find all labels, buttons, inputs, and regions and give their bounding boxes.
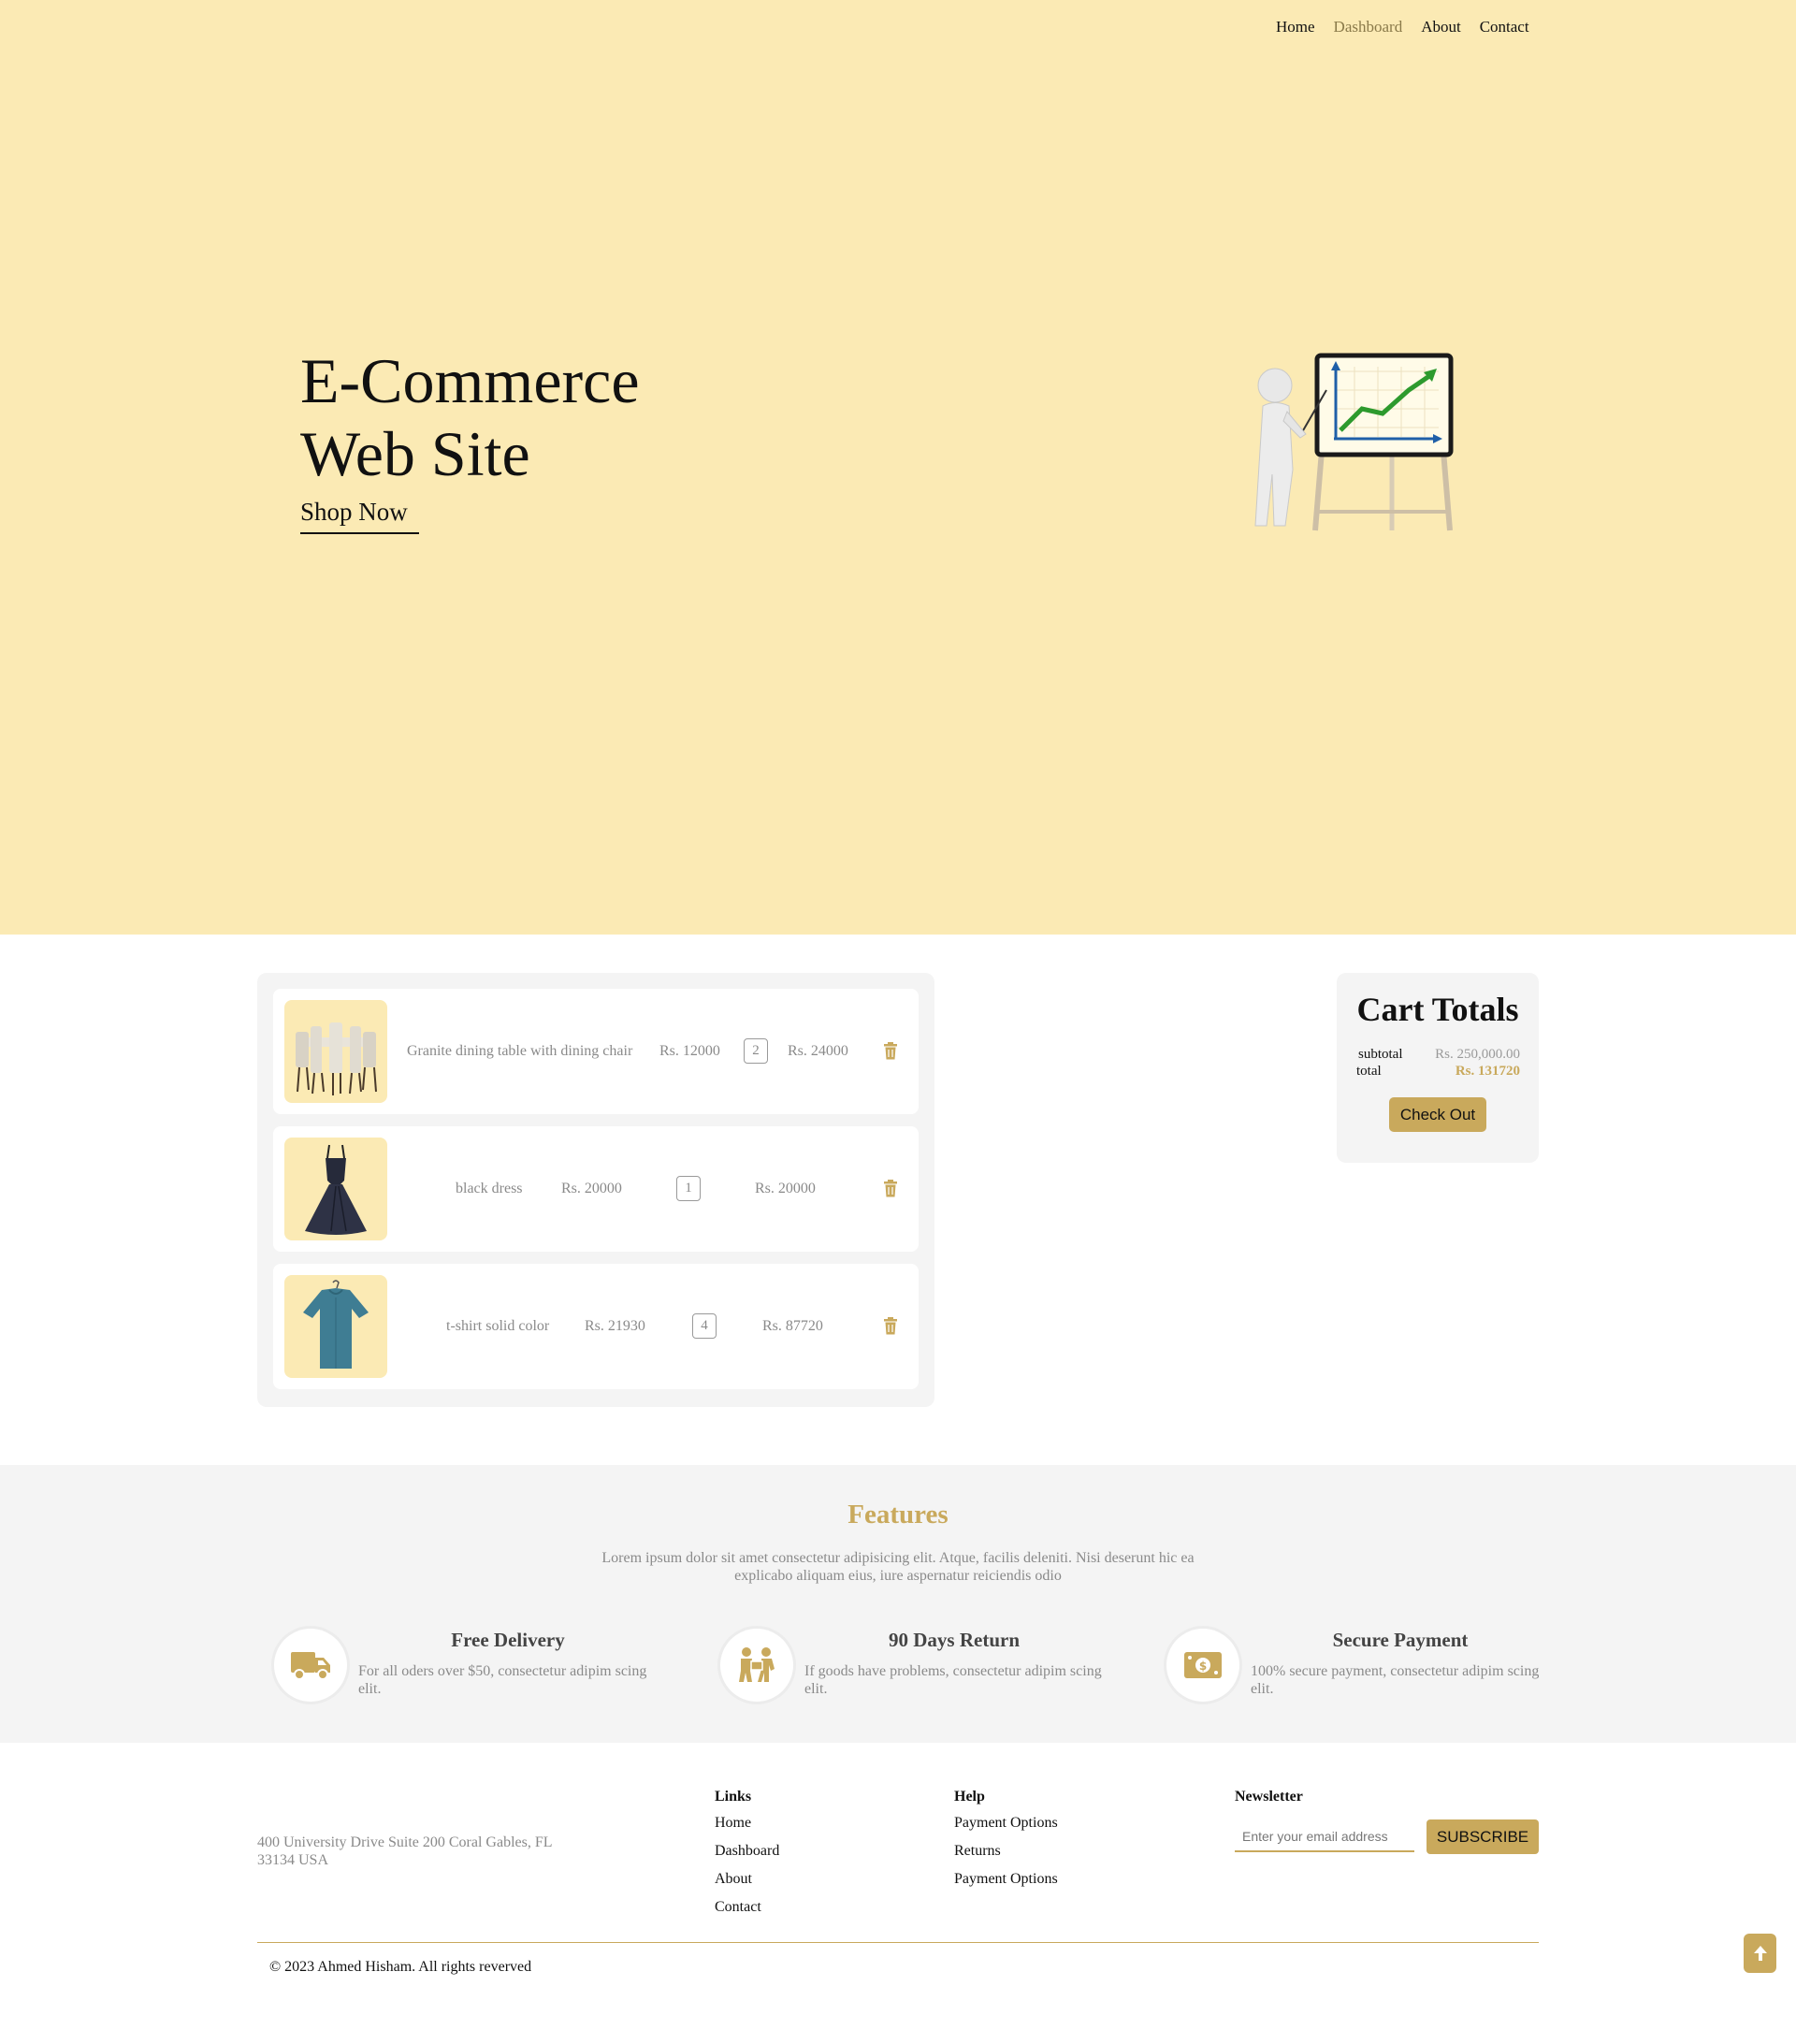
footer-help-title: Help bbox=[954, 1789, 985, 1805]
footer-links-title: Links bbox=[715, 1789, 752, 1805]
cart-item-subtotal: Rs. 87720 bbox=[762, 1318, 823, 1334]
footer-link-about[interactable]: About bbox=[715, 1871, 779, 1888]
scroll-to-top-button[interactable] bbox=[1744, 1934, 1776, 1973]
footer-divider bbox=[257, 1942, 1539, 1943]
total-value: Rs. 131720 bbox=[1455, 1064, 1520, 1079]
feature-title: Free Delivery bbox=[451, 1629, 565, 1651]
footer-link-home[interactable]: Home bbox=[715, 1815, 779, 1832]
cart-row: black dress Rs. 20000 1 Rs. 20000 bbox=[273, 1126, 919, 1252]
presenter-chart-illustration bbox=[1254, 353, 1454, 531]
subtotal-value: Rs. 250,000.00 bbox=[1435, 1047, 1520, 1062]
dining-table-image bbox=[284, 1000, 387, 1103]
arrow-up-icon bbox=[1753, 1946, 1767, 1961]
hero-title: E-Commerce Web Site bbox=[300, 344, 640, 490]
tshirt-image bbox=[284, 1275, 387, 1378]
feature-free-delivery: Free Delivery For all oders over $50, co… bbox=[274, 1629, 667, 1713]
feature-text: If goods have problems, consectetur adip… bbox=[804, 1663, 1102, 1697]
money-bill-icon: $ bbox=[1166, 1629, 1239, 1702]
footer-link-dashboard[interactable]: Dashboard bbox=[715, 1843, 779, 1860]
cart-item-name: t-shirt solid color bbox=[446, 1318, 550, 1334]
feature-text: For all oders over $50, consectetur adip… bbox=[358, 1663, 647, 1697]
nav-about[interactable]: About bbox=[1421, 18, 1461, 36]
nav-home[interactable]: Home bbox=[1276, 18, 1315, 36]
footer-links-column: Links Home Dashboard About Contact bbox=[715, 1789, 779, 1927]
footer-link-payment-options[interactable]: Payment Options bbox=[954, 1815, 1058, 1832]
hero-title-line2: Web Site bbox=[300, 418, 530, 489]
quantity-input[interactable]: 2 bbox=[744, 1038, 768, 1064]
cart-totals-panel: Cart Totals subtotal Rs. 250,000.00 tota… bbox=[1337, 973, 1539, 1163]
feature-secure-payment: $ Secure Payment 100% secure payment, co… bbox=[1166, 1629, 1559, 1713]
cart-item-name: Granite dining table with dining chair bbox=[407, 1043, 633, 1059]
features-section: Features Lorem ipsum dolor sit amet cons… bbox=[0, 1465, 1796, 1743]
cart-row: t-shirt solid color Rs. 21930 4 Rs. 8772… bbox=[273, 1264, 919, 1389]
features-title: Features bbox=[847, 1500, 949, 1529]
cart-items-panel: Granite dining table with dining chair R… bbox=[257, 973, 934, 1407]
cart-item-subtotal: Rs. 20000 bbox=[755, 1181, 816, 1196]
hero-title-line1: E-Commerce bbox=[300, 345, 640, 416]
hero-section: Home Dashboard About Contact E-Commerce … bbox=[0, 0, 1796, 935]
features-intro: Lorem ipsum dolor sit amet consectetur a… bbox=[601, 1550, 1195, 1584]
footer-link-returns[interactable]: Returns bbox=[954, 1843, 1058, 1860]
cart-item-price: Rs. 12000 bbox=[659, 1043, 720, 1059]
svg-text:$: $ bbox=[1199, 1660, 1207, 1673]
quantity-input[interactable]: 4 bbox=[692, 1313, 717, 1339]
feature-90-days-return: 90 Days Return If goods have problems, c… bbox=[720, 1629, 1113, 1713]
cart-item-name: black dress bbox=[456, 1181, 523, 1196]
footer-link-contact[interactable]: Contact bbox=[715, 1899, 779, 1916]
trash-icon[interactable] bbox=[883, 1042, 898, 1060]
footer-newsletter-column: Newsletter bbox=[1235, 1789, 1303, 1815]
cart-item-price: Rs. 20000 bbox=[561, 1181, 622, 1196]
nav-dashboard[interactable]: Dashboard bbox=[1334, 18, 1403, 36]
truck-icon bbox=[274, 1629, 347, 1702]
trash-icon[interactable] bbox=[883, 1317, 898, 1335]
trash-icon[interactable] bbox=[883, 1180, 898, 1197]
cart-totals-title: Cart Totals bbox=[1356, 991, 1519, 1028]
total-label: total bbox=[1356, 1064, 1382, 1079]
newsletter-email-input[interactable] bbox=[1235, 1822, 1414, 1852]
black-dress-image bbox=[284, 1138, 387, 1240]
quantity-input[interactable]: 1 bbox=[676, 1176, 701, 1201]
newsletter-title: Newsletter bbox=[1235, 1789, 1303, 1805]
main-nav: Home Dashboard About Contact bbox=[1276, 18, 1529, 36]
feature-title: Secure Payment bbox=[1332, 1629, 1469, 1651]
feature-text: 100% secure payment, consectetur adipim … bbox=[1251, 1663, 1540, 1697]
shop-now-link[interactable]: Shop Now bbox=[300, 498, 419, 534]
copyright-text: © 2023 Ahmed Hisham. All rights reverved bbox=[269, 1959, 532, 1975]
footer-link-payment-options-2[interactable]: Payment Options bbox=[954, 1871, 1058, 1888]
checkout-button[interactable]: Check Out bbox=[1389, 1097, 1486, 1132]
footer-address: 400 University Drive Suite 200 Coral Gab… bbox=[257, 1834, 552, 1868]
nav-contact[interactable]: Contact bbox=[1480, 18, 1529, 36]
footer-help-column: Help Payment Options Returns Payment Opt… bbox=[954, 1789, 1058, 1899]
cart-row: Granite dining table with dining chair R… bbox=[273, 989, 919, 1114]
cart-item-price: Rs. 21930 bbox=[585, 1318, 645, 1334]
cart-item-subtotal: Rs. 24000 bbox=[788, 1043, 848, 1059]
subscribe-button[interactable]: SUBSCRIBE bbox=[1427, 1819, 1539, 1854]
subtotal-label: subtotal bbox=[1358, 1047, 1403, 1062]
feature-title: 90 Days Return bbox=[889, 1629, 1020, 1651]
return-people-icon bbox=[720, 1629, 793, 1702]
